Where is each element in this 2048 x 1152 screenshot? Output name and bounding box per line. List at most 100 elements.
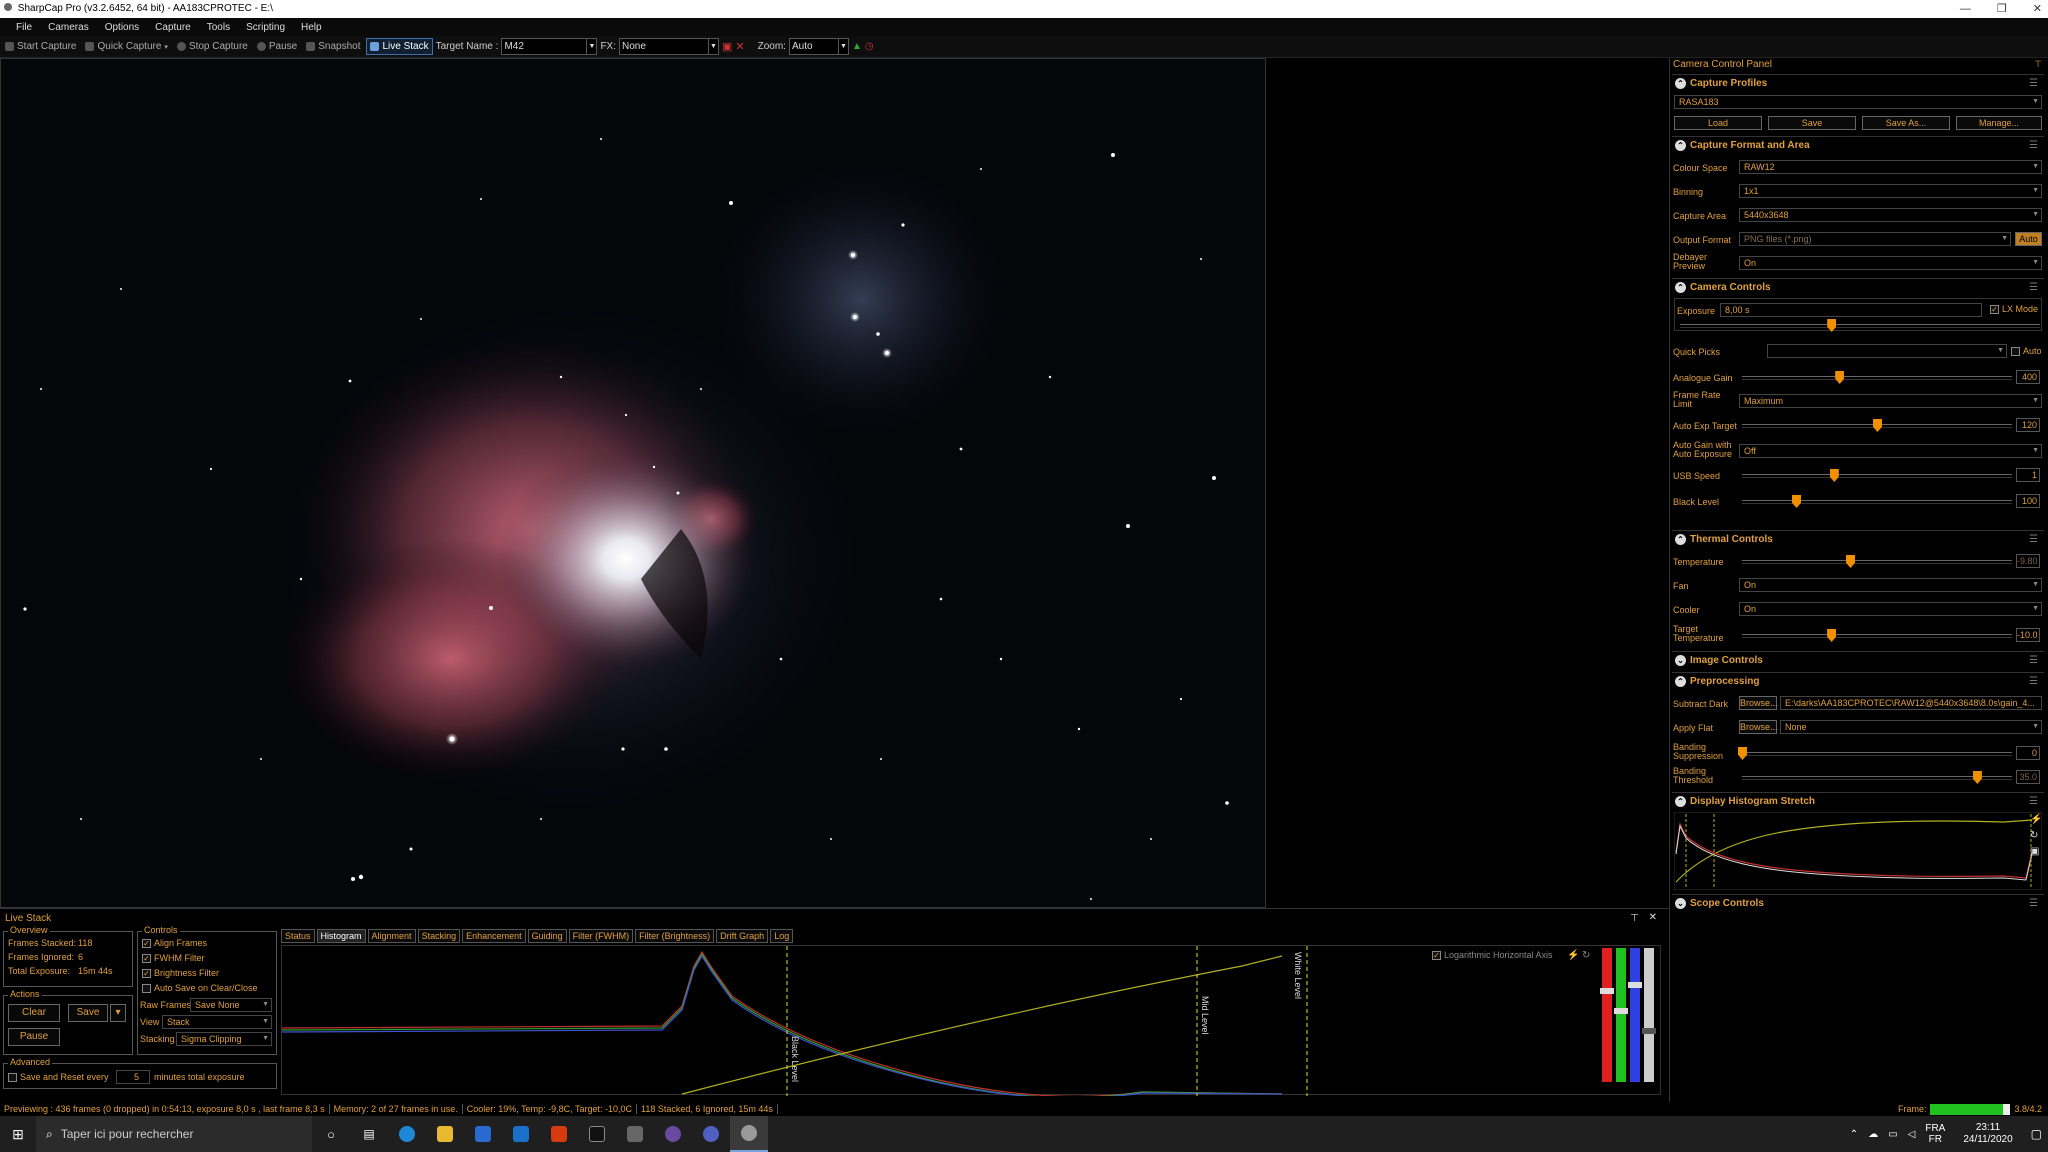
analogue-gain-slider[interactable] (1742, 376, 2012, 380)
quick-capture-button[interactable]: Quick Capture ▾ (82, 39, 170, 54)
auto-exp-target-value[interactable]: 120 (2016, 418, 2040, 432)
minimize-button[interactable]: — (1960, 0, 1971, 18)
log-axis-checkbox[interactable]: ✓ Logarithmic Horizontal Axis (1432, 950, 1553, 961)
image-controls-header[interactable]: ⌄ Image Controls ☰ (1672, 651, 2044, 668)
display-histogram-graph[interactable] (1674, 812, 2042, 890)
fx-select[interactable]: None ▼ (619, 38, 719, 55)
browse-dark-button[interactable]: Browse... (1739, 696, 1778, 710)
tab-guiding[interactable]: Guiding (527, 929, 567, 943)
scope-controls-header[interactable]: ⌄ Scope Controls ☰ (1672, 894, 2044, 911)
tab-alignment[interactable]: Alignment (367, 929, 416, 943)
network-icon[interactable]: ▭ (1888, 1129, 1897, 1140)
menu-scripting[interactable]: Scripting (238, 22, 293, 33)
usb-speed-slider[interactable] (1742, 474, 2012, 478)
chevron-up-icon[interactable]: ⌃ (1850, 1129, 1858, 1140)
collapse-icon[interactable]: ⌃ (1675, 77, 1686, 89)
debayer-preview-select[interactable]: On ▼ (1739, 256, 2042, 270)
snapshot-button[interactable]: Snapshot (303, 39, 363, 54)
pin-icon[interactable]: ⊤ (1630, 913, 1639, 924)
clock[interactable]: 23:11 24/11/2020 (1963, 1122, 2012, 1146)
menu-icon[interactable]: ☰ (2029, 898, 2038, 909)
apply-flat-select[interactable]: None ▼ (1780, 720, 2042, 734)
collapse-icon[interactable]: ⌃ (1675, 281, 1686, 293)
tab-histogram[interactable]: Histogram (316, 929, 366, 943)
auto-stretch-icon[interactable]: ⚡ (1567, 950, 1579, 961)
stacking-select[interactable]: Sigma Clipping ▼ (176, 1032, 272, 1046)
pause-stack-button[interactable]: Pause (8, 1028, 60, 1046)
zoom-select[interactable]: Auto ▼ (788, 38, 849, 55)
banding-suppression-slider[interactable] (1742, 752, 2012, 756)
manage-profiles-button[interactable]: Manage... (1956, 116, 2042, 130)
save-as-profile-button[interactable]: Save As... (1862, 116, 1950, 130)
save-stack-button[interactable]: Save (68, 1004, 108, 1022)
raw-frames-select[interactable]: Save None ▼ (190, 998, 272, 1012)
tab-enhancement[interactable]: Enhancement (462, 929, 526, 943)
menu-file[interactable]: File (8, 22, 40, 33)
output-format-select[interactable]: PNG files (*.png) ▼ (1739, 232, 2011, 246)
red-level-slider[interactable] (1600, 948, 1614, 1082)
menu-icon[interactable]: ☰ (2029, 796, 2038, 807)
quick-picks-select[interactable]: ▼ (1767, 344, 2007, 358)
luminance-level-slider[interactable] (1642, 948, 1656, 1082)
volume-icon[interactable]: ◁ (1908, 1129, 1916, 1140)
menu-tools[interactable]: Tools (199, 22, 238, 33)
profile-select[interactable]: RASA183 ▼ (1674, 95, 2042, 109)
stack-histogram[interactable]: Black Level Mid Level White Level ✓ Logar… (281, 945, 1661, 1099)
timer-icon[interactable]: ◷ (865, 41, 874, 52)
exposure-input[interactable]: 8,00 s (1720, 303, 1982, 317)
banding-threshold-value[interactable]: 35.0 (2016, 770, 2040, 784)
auto-exposure-checkbox[interactable]: Auto (2011, 346, 2042, 357)
live-stack-button[interactable]: Live Stack (366, 38, 433, 55)
close-button[interactable]: ✕ (2033, 0, 2042, 18)
save-profile-button[interactable]: Save (1768, 116, 1856, 130)
fan-select[interactable]: On ▼ (1739, 578, 2042, 592)
menu-cameras[interactable]: Cameras (40, 22, 97, 33)
menu-options[interactable]: Options (97, 22, 147, 33)
tab-filter-fwhm[interactable]: Filter (FWHM) (568, 929, 634, 943)
black-level-slider[interactable] (1742, 500, 2012, 504)
start-button[interactable]: ⊞ (0, 1116, 36, 1152)
capture-format-header[interactable]: ⌃ Capture Format and Area ☰ (1672, 136, 2044, 153)
close-panel-icon[interactable]: ✕ (1649, 912, 1657, 923)
menu-icon[interactable]: ☰ (2029, 676, 2038, 687)
preprocessing-header[interactable]: ⌃ Preprocessing ☰ (1672, 672, 2044, 689)
target-name-select[interactable]: M42 ▼ (501, 38, 598, 55)
auto-format-button[interactable]: Auto (2015, 232, 2042, 246)
fwhm-filter-checkbox[interactable]: ✓ FWHM Filter (142, 953, 205, 964)
save-icon[interactable]: ▣ (2030, 846, 2039, 857)
target-temperature-value[interactable]: -10.0 (2016, 628, 2040, 642)
menu-icon[interactable]: ☰ (2029, 282, 2038, 293)
edge-button[interactable] (388, 1116, 426, 1152)
analogue-gain-value[interactable]: 400 (2016, 370, 2040, 384)
sharpcap-button[interactable] (730, 1116, 768, 1152)
menu-capture[interactable]: Capture (147, 22, 199, 33)
banding-suppression-value[interactable]: 0 (2016, 746, 2040, 760)
rgb-level-sliders[interactable] (1600, 948, 1658, 1082)
app1-button[interactable] (578, 1116, 616, 1152)
menu-help[interactable]: Help (293, 22, 330, 33)
display-histogram-header[interactable]: ⌃ Display Histogram Stretch ☰ (1672, 792, 2044, 809)
collapse-icon[interactable]: ⌃ (1675, 533, 1686, 545)
blue-level-slider[interactable] (1628, 948, 1642, 1082)
tab-filter-brightness[interactable]: Filter (Brightness) (635, 929, 715, 943)
save-options-button[interactable]: ▾ (110, 1004, 126, 1022)
save-reset-checkbox[interactable]: Save and Reset every (8, 1072, 109, 1083)
language-indicator[interactable]: FRA FR (1925, 1123, 1945, 1145)
expand-icon[interactable]: ⌄ (1675, 654, 1686, 666)
camera-controls-header[interactable]: ⌃ Camera Controls ☰ (1672, 278, 2044, 295)
tab-status[interactable]: Status (281, 929, 315, 943)
tab-drift-graph[interactable]: Drift Graph (716, 929, 769, 943)
subtract-dark-select[interactable]: E:\darks\AA183CPROTEC\RAW12@5440x3648\8.… (1780, 696, 2042, 710)
load-profile-button[interactable]: Load (1674, 116, 1762, 130)
thermal-controls-header[interactable]: ⌃ Thermal Controls ☰ (1672, 530, 2044, 547)
pin-icon[interactable]: ⊤ (2034, 59, 2042, 70)
collapse-icon[interactable]: ⌃ (1675, 795, 1686, 807)
colour-space-select[interactable]: RAW12 ▼ (1739, 160, 2042, 174)
auto-gain-select[interactable]: Off ▼ (1739, 444, 2042, 458)
cooler-select[interactable]: On ▼ (1739, 602, 2042, 616)
app3-button[interactable] (654, 1116, 692, 1152)
menu-icon[interactable]: ☰ (2029, 78, 2038, 89)
banding-threshold-slider[interactable] (1742, 776, 2012, 780)
auto-stretch-icon[interactable]: ⚡ (2030, 814, 2042, 825)
start-capture-button[interactable]: Start Capture (2, 39, 79, 54)
